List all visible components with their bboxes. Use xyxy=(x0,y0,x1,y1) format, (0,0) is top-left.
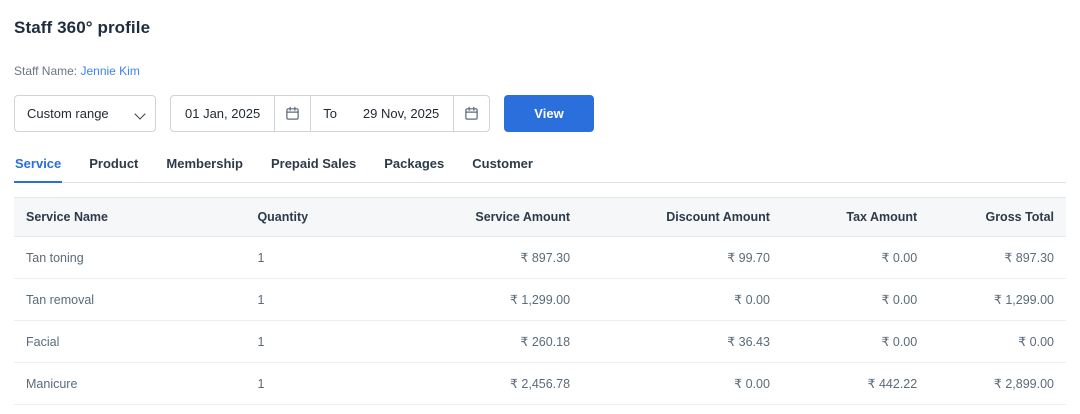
table-cell: ₹ 5,095.30 xyxy=(929,404,1066,414)
staff-name-link[interactable]: Jennie Kim xyxy=(80,64,139,78)
table-cell: ₹ 4,913.26 xyxy=(371,404,583,414)
tabs: Service Product Membership Prepaid Sales Pac… xyxy=(14,150,1066,183)
range-select[interactable]: Custom range xyxy=(14,95,156,132)
table-row: Manicure 1 ₹ 2,456.78 ₹ 0.00 ₹ 442.22 ₹ 2,899… xyxy=(14,362,1066,405)
page-title: Staff 360° profile xyxy=(14,18,151,37)
total-row: Total4₹ 4,913.26₹ 136.13₹ 442.22₹ 5,095.… xyxy=(14,404,1066,414)
table-cell: ₹ 136.13 xyxy=(582,404,782,414)
table-cell: ₹ 260.18 xyxy=(371,320,583,363)
tab-customer[interactable]: Customer xyxy=(471,150,534,183)
column-header: Tax Amount xyxy=(781,197,930,237)
table-cell: ₹ 897.30 xyxy=(371,236,583,279)
filter-controls: Custom range 01 Jan, 2025 To 29 Nov, 202… xyxy=(14,95,1066,132)
table-cell: ₹ 442.22 xyxy=(781,404,930,414)
table-row: Tan removal 1 ₹ 1,299.00 ₹ 0.00 ₹ 0.00 ₹ 1,29… xyxy=(14,278,1066,321)
table-cell: ₹ 0.00 xyxy=(781,278,930,321)
staff-name-label: Staff Name: xyxy=(14,64,78,78)
to-label: To xyxy=(310,96,349,131)
table-cell: ₹ 0.00 xyxy=(781,236,930,279)
table-body: Tan toning 1 ₹ 897.30 ₹ 99.70 ₹ 0.00 ₹ 897.30… xyxy=(14,236,1066,414)
table-row: Facial 1 ₹ 260.18 ₹ 36.43 ₹ 0.00 ₹ 0.00 xyxy=(14,320,1066,363)
table-cell: ₹ 1,299.00 xyxy=(929,278,1066,321)
table-cell: ₹ 1,299.00 xyxy=(371,278,583,321)
table-cell: ₹ 0.00 xyxy=(582,362,782,405)
table-cell: ₹ 442.22 xyxy=(781,362,930,405)
service-table: Service Name Quantity Service Amount Discou… xyxy=(14,197,1066,414)
table-cell: ₹ 36.43 xyxy=(582,320,782,363)
table-cell: 4 xyxy=(245,404,372,414)
tab-product[interactable]: Product xyxy=(88,150,139,183)
table-cell: ₹ 99.70 xyxy=(582,236,782,279)
chevron-down-icon xyxy=(135,109,145,119)
tab-service[interactable]: Service xyxy=(14,150,63,183)
table-cell: 1 xyxy=(245,278,372,321)
column-header: Discount Amount xyxy=(582,197,782,237)
column-header: Quantity xyxy=(245,197,372,237)
date-range-group: 01 Jan, 2025 To 29 Nov, 2025 xyxy=(170,95,491,132)
column-header: Service Name xyxy=(14,197,246,237)
table-cell: ₹ 2,456.78 xyxy=(371,362,583,405)
table-cell: 1 xyxy=(245,236,372,279)
calendar-icon[interactable] xyxy=(274,96,310,131)
table-cell: Facial xyxy=(14,320,246,363)
table-cell: Manicure xyxy=(14,362,246,405)
tab-prepaid-sales[interactable]: Prepaid Sales xyxy=(270,150,357,183)
table-cell: ₹ 0.00 xyxy=(929,320,1066,363)
calendar-icon[interactable] xyxy=(453,96,489,131)
table-header-row: Service Name Quantity Service Amount Discou… xyxy=(14,197,1066,237)
column-header: Service Amount xyxy=(371,197,583,237)
table-row: Tan toning 1 ₹ 897.30 ₹ 99.70 ₹ 0.00 ₹ 897.30 xyxy=(14,236,1066,279)
column-header: Gross Total xyxy=(929,197,1066,237)
date-from-input[interactable]: 01 Jan, 2025 xyxy=(171,96,274,131)
range-select-value: Custom range xyxy=(27,106,109,121)
date-to-input[interactable]: 29 Nov, 2025 xyxy=(349,96,453,131)
tab-membership[interactable]: Membership xyxy=(165,150,244,183)
table-cell: ₹ 2,899.00 xyxy=(929,362,1066,405)
table-cell: 1 xyxy=(245,362,372,405)
table-cell: Tan toning xyxy=(14,236,246,279)
table-cell: Tan removal xyxy=(14,278,246,321)
staff-360-page: Staff 360° profile Staff Name: Jennie Ki… xyxy=(0,0,1080,414)
staff-name-line: Staff Name: Jennie Kim xyxy=(14,64,1066,78)
tab-packages[interactable]: Packages xyxy=(383,150,445,183)
table-cell: Total xyxy=(14,404,246,414)
view-button[interactable]: View xyxy=(504,95,594,132)
table-cell: ₹ 0.00 xyxy=(781,320,930,363)
table-cell: ₹ 897.30 xyxy=(929,236,1066,279)
table-cell: 1 xyxy=(245,320,372,363)
table-cell: ₹ 0.00 xyxy=(582,278,782,321)
